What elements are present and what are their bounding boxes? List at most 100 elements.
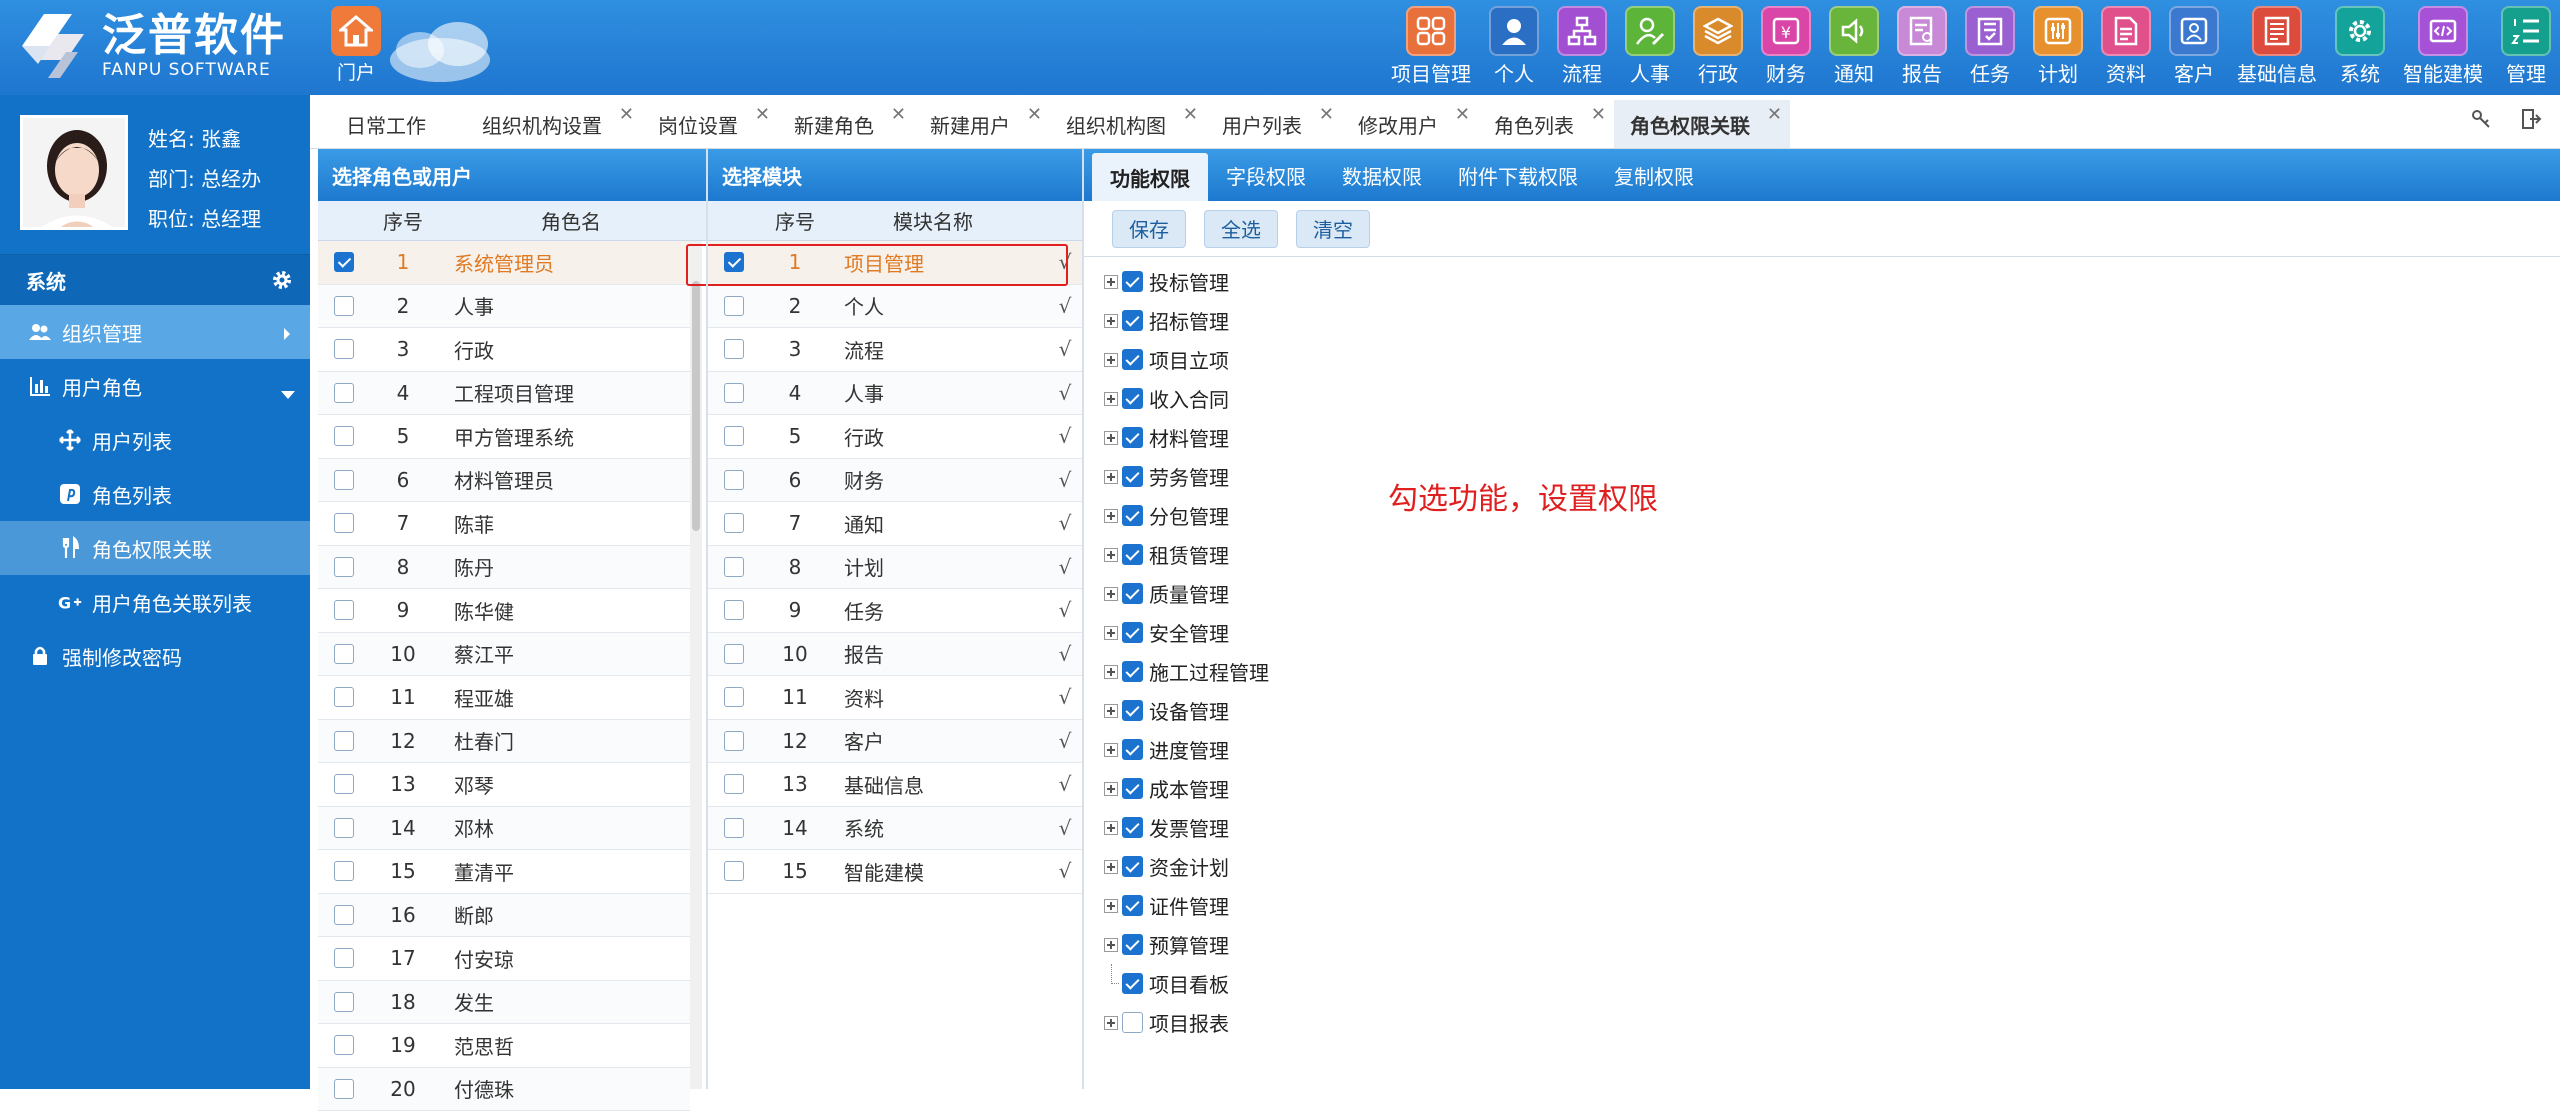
role-checkbox[interactable] <box>334 905 354 925</box>
expand-icon[interactable] <box>1104 275 1118 289</box>
tree-node[interactable]: 证件管理 <box>1104 886 1269 925</box>
role-checkbox[interactable] <box>334 948 354 968</box>
expand-icon[interactable] <box>1104 704 1118 718</box>
permission-tab-1[interactable]: 功能权限 <box>1092 153 1208 201</box>
module-row[interactable]: 8计划√ <box>708 546 1082 590</box>
role-checkbox[interactable] <box>334 383 354 403</box>
expand-icon[interactable] <box>1104 509 1118 523</box>
role-row[interactable]: 10蔡江平 <box>318 633 690 677</box>
role-checkbox[interactable] <box>334 1035 354 1055</box>
tree-node[interactable]: 项目报表 <box>1104 1003 1269 1042</box>
module-checkbox[interactable] <box>724 818 744 838</box>
module-7-button[interactable]: 通知 <box>1820 6 1888 92</box>
role-checkbox[interactable] <box>334 252 354 272</box>
expand-icon[interactable] <box>1104 1016 1118 1030</box>
module-checkbox[interactable] <box>724 861 744 881</box>
role-row[interactable]: 13邓琴 <box>318 763 690 807</box>
module-checkbox[interactable] <box>724 426 744 446</box>
module-row[interactable]: 15智能建模√ <box>708 850 1082 894</box>
tree-checkbox[interactable] <box>1122 895 1143 916</box>
role-checkbox[interactable] <box>334 644 354 664</box>
tree-checkbox[interactable] <box>1122 544 1143 565</box>
role-checkbox[interactable] <box>334 687 354 707</box>
module-checkbox[interactable] <box>724 687 744 707</box>
tree-node[interactable]: 安全管理 <box>1104 613 1269 652</box>
tree-checkbox[interactable] <box>1122 349 1143 370</box>
module-14-button[interactable]: 系统 <box>2326 6 2394 92</box>
tree-node[interactable]: 资金计划 <box>1104 847 1269 886</box>
module-10-button[interactable]: 计划 <box>2024 6 2092 92</box>
module-checkbox[interactable] <box>724 296 744 316</box>
role-checkbox[interactable] <box>334 470 354 490</box>
module-row[interactable]: 14系统√ <box>708 807 1082 851</box>
tree-node[interactable]: 施工过程管理 <box>1104 652 1269 691</box>
module-11-button[interactable]: 资料 <box>2092 6 2160 92</box>
expand-icon[interactable] <box>1104 470 1118 484</box>
module-row[interactable]: 4人事√ <box>708 372 1082 416</box>
module-checkbox[interactable] <box>724 644 744 664</box>
tree-checkbox[interactable] <box>1122 934 1143 955</box>
expand-icon[interactable] <box>1104 782 1118 796</box>
role-checkbox[interactable] <box>334 339 354 359</box>
tree-checkbox[interactable] <box>1122 622 1143 643</box>
tree-node[interactable]: 劳务管理 <box>1104 457 1269 496</box>
tab-9[interactable]: 角色列表✕ <box>1478 100 1614 148</box>
module-row[interactable]: 10报告√ <box>708 633 1082 677</box>
close-icon[interactable]: ✕ <box>891 104 906 125</box>
key-icon[interactable] <box>2470 108 2492 134</box>
exit-icon[interactable] <box>2520 108 2542 134</box>
module-checkbox[interactable] <box>724 774 744 794</box>
role-row[interactable]: 3行政 <box>318 328 690 372</box>
expand-icon[interactable] <box>1104 938 1118 952</box>
tree-node[interactable]: 项目看板 <box>1104 964 1269 1003</box>
module-checkbox[interactable] <box>724 513 744 533</box>
permission-tab-2[interactable]: 字段权限 <box>1208 149 1324 201</box>
role-row[interactable]: 19范思哲 <box>318 1024 690 1068</box>
tree-checkbox[interactable] <box>1122 973 1143 994</box>
tab-7[interactable]: 用户列表✕ <box>1206 100 1342 148</box>
clear-button[interactable]: 清空 <box>1296 210 1370 248</box>
tree-checkbox[interactable] <box>1122 739 1143 760</box>
tree-checkbox[interactable] <box>1122 856 1143 877</box>
expand-icon[interactable] <box>1104 548 1118 562</box>
expand-icon[interactable] <box>1104 821 1118 835</box>
portal-button[interactable]: 门户 <box>326 6 386 85</box>
module-checkbox[interactable] <box>724 557 744 577</box>
permission-tab-3[interactable]: 数据权限 <box>1324 149 1440 201</box>
module-checkbox[interactable] <box>724 383 744 403</box>
module-2-button[interactable]: 个人 <box>1480 6 1548 92</box>
tree-checkbox[interactable] <box>1122 778 1143 799</box>
tree-checkbox[interactable] <box>1122 583 1143 604</box>
tree-node[interactable]: 质量管理 <box>1104 574 1269 613</box>
tree-node[interactable]: 预算管理 <box>1104 925 1269 964</box>
sidebar-item-3[interactable]: 用户列表 <box>0 413 310 467</box>
tree-node[interactable]: 分包管理 <box>1104 496 1269 535</box>
tree-checkbox[interactable] <box>1122 271 1143 292</box>
tree-node[interactable]: 设备管理 <box>1104 691 1269 730</box>
expand-icon[interactable] <box>1104 587 1118 601</box>
tree-node[interactable]: 成本管理 <box>1104 769 1269 808</box>
module-3-button[interactable]: 流程 <box>1548 6 1616 92</box>
module-15-button[interactable]: 智能建模 <box>2394 6 2492 92</box>
tab-6[interactable]: 组织机构图✕ <box>1050 100 1206 148</box>
role-list-scrollbar[interactable] <box>690 241 702 1089</box>
expand-icon[interactable] <box>1104 431 1118 445</box>
role-row[interactable]: 5甲方管理系统 <box>318 415 690 459</box>
expand-icon[interactable] <box>1104 665 1118 679</box>
tree-node[interactable]: 招标管理 <box>1104 301 1269 340</box>
module-checkbox[interactable] <box>724 731 744 751</box>
close-icon[interactable]: ✕ <box>1319 104 1334 125</box>
role-checkbox[interactable] <box>334 426 354 446</box>
role-row[interactable]: 11程亚雄 <box>318 676 690 720</box>
tree-checkbox[interactable] <box>1122 1012 1143 1033</box>
tree-checkbox[interactable] <box>1122 817 1143 838</box>
select-all-button[interactable]: 全选 <box>1204 210 1278 248</box>
module-row[interactable]: 3流程√ <box>708 328 1082 372</box>
tree-node[interactable]: 租赁管理 <box>1104 535 1269 574</box>
role-checkbox[interactable] <box>334 513 354 533</box>
tree-node[interactable]: 收入合同 <box>1104 379 1269 418</box>
role-row[interactable]: 17付安琼 <box>318 937 690 981</box>
tree-node[interactable]: 发票管理 <box>1104 808 1269 847</box>
module-4-button[interactable]: 人事 <box>1616 6 1684 92</box>
role-row[interactable]: 1系统管理员 <box>318 241 690 285</box>
